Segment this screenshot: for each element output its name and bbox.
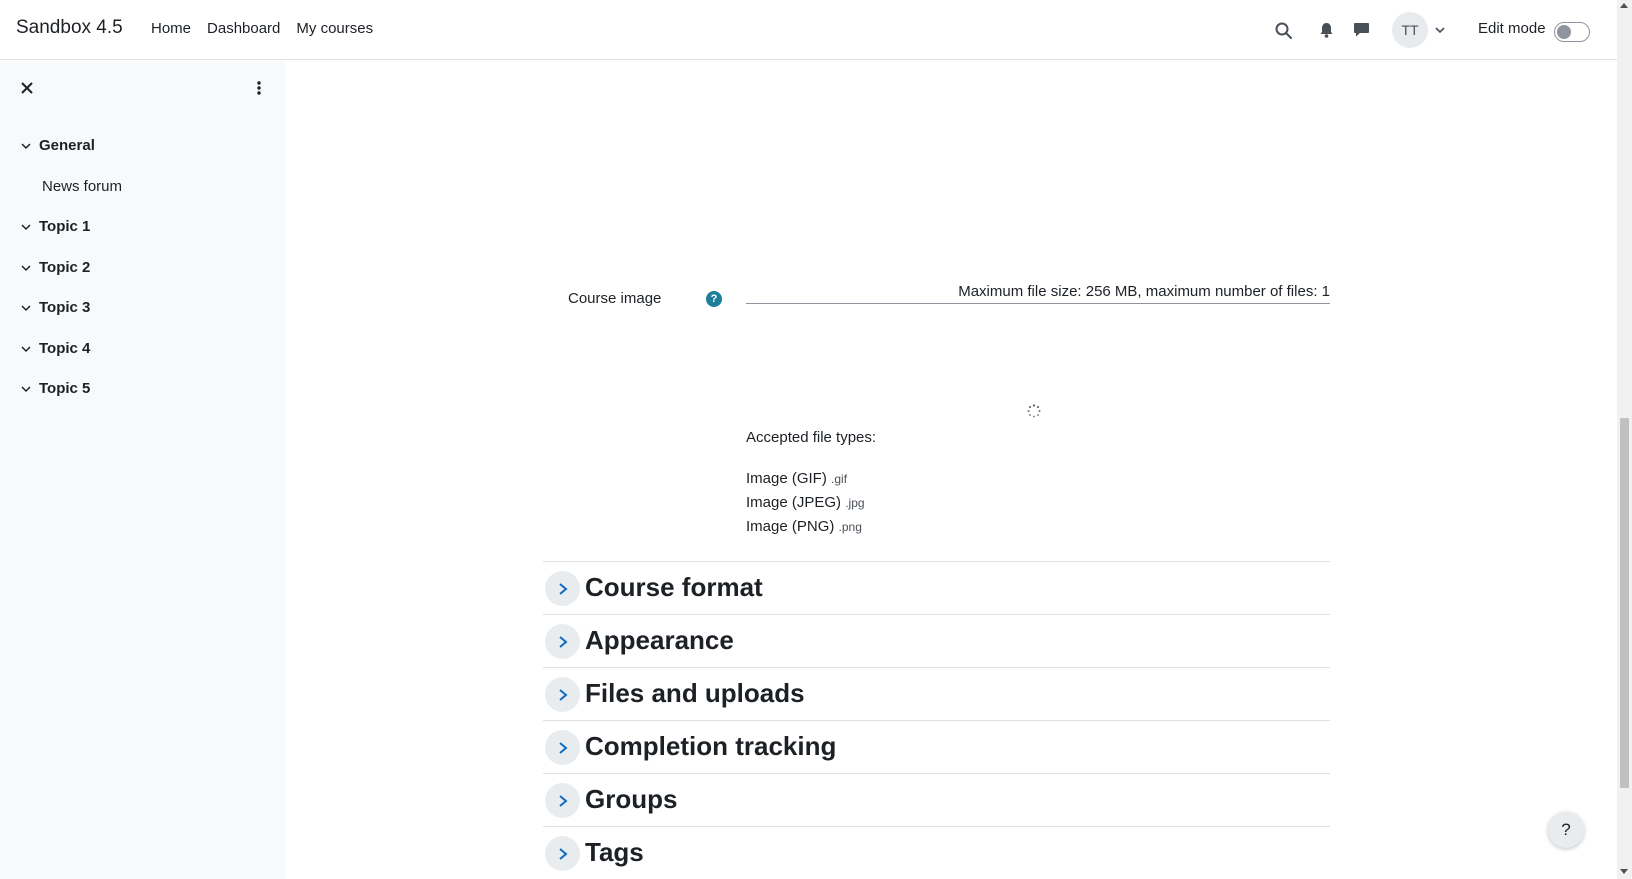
edit-mode-label: Edit mode bbox=[1478, 20, 1546, 37]
loading-spinner-icon bbox=[1027, 404, 1041, 418]
section-title[interactable]: Appearance bbox=[585, 625, 734, 656]
section-files-and-uploads[interactable]: Files and uploads bbox=[543, 667, 1330, 720]
top-navbar: Sandbox 4.5 Home Dashboard My courses TT… bbox=[0, 0, 1617, 60]
course-section-topic-4[interactable]: Topic 4 bbox=[20, 340, 90, 357]
course-index-drawer: General News forum Topic 1 Topic 2 Topic… bbox=[0, 61, 285, 879]
course-section-topic-3[interactable]: Topic 3 bbox=[20, 299, 90, 316]
help-button[interactable]: ? bbox=[1548, 812, 1584, 848]
file-type-name: Image (JPEG) bbox=[746, 494, 842, 511]
section-title[interactable]: Completion tracking bbox=[585, 731, 836, 762]
section-label: Topic 1 bbox=[39, 218, 91, 235]
activity-news-forum[interactable]: News forum bbox=[42, 178, 122, 195]
chevron-down-icon[interactable] bbox=[20, 140, 32, 152]
file-type-item: Image (JPEG) .jpg bbox=[746, 491, 865, 515]
nav-my-courses-link[interactable]: My courses bbox=[296, 20, 373, 37]
kebab-menu-icon[interactable] bbox=[250, 79, 268, 97]
chevron-down-icon[interactable] bbox=[1434, 24, 1446, 36]
scroll-up-arrow-icon[interactable] bbox=[1620, 3, 1628, 8]
file-type-extension: .gif bbox=[831, 472, 848, 486]
user-avatar[interactable]: TT bbox=[1392, 12, 1428, 48]
section-label: General bbox=[39, 137, 95, 154]
chevron-right-icon[interactable] bbox=[545, 677, 580, 712]
course-section-topic-2[interactable]: Topic 2 bbox=[20, 259, 90, 276]
section-title[interactable]: Files and uploads bbox=[585, 678, 805, 709]
chevron-down-icon[interactable] bbox=[20, 383, 32, 395]
file-type-name: Image (PNG) bbox=[746, 518, 835, 535]
section-groups[interactable]: Groups bbox=[543, 773, 1330, 826]
search-icon[interactable] bbox=[1272, 19, 1294, 41]
file-limits-text: Maximum file size: 256 MB, maximum numbe… bbox=[746, 283, 1330, 304]
chevron-right-icon[interactable] bbox=[545, 836, 580, 871]
site-name[interactable]: Sandbox 4.5 bbox=[16, 17, 123, 39]
section-label: Topic 5 bbox=[39, 380, 91, 397]
accepted-file-types-list: Image (GIF) .gif Image (JPEG) .jpg Image… bbox=[746, 467, 865, 539]
course-section-topic-5[interactable]: Topic 5 bbox=[20, 380, 90, 397]
edit-mode-toggle[interactable] bbox=[1554, 22, 1590, 42]
scroll-down-arrow-icon[interactable] bbox=[1620, 869, 1628, 874]
section-appearance[interactable]: Appearance bbox=[543, 614, 1330, 667]
course-section-topic-1[interactable]: Topic 1 bbox=[20, 218, 90, 235]
page-scrollbar[interactable] bbox=[1617, 0, 1632, 879]
section-completion-tracking[interactable]: Completion tracking bbox=[543, 720, 1330, 773]
course-section-general[interactable]: General bbox=[20, 137, 95, 154]
chevron-right-icon[interactable] bbox=[545, 783, 580, 818]
section-label: Topic 3 bbox=[39, 299, 91, 316]
primary-navigation: Home Dashboard My courses bbox=[151, 20, 373, 37]
file-type-extension: .jpg bbox=[845, 496, 865, 510]
section-label: Topic 4 bbox=[39, 340, 91, 357]
course-image-label: Course image bbox=[568, 290, 662, 307]
nav-dashboard-link[interactable]: Dashboard bbox=[207, 20, 280, 37]
messages-icon[interactable] bbox=[1350, 19, 1372, 41]
section-title[interactable]: Tags bbox=[585, 837, 644, 868]
nav-home-link[interactable]: Home bbox=[151, 20, 191, 37]
chevron-right-icon[interactable] bbox=[545, 571, 580, 606]
toggle-knob bbox=[1557, 25, 1571, 39]
notification-bell-icon[interactable] bbox=[1315, 19, 1337, 41]
chevron-right-icon[interactable] bbox=[545, 624, 580, 659]
course-settings-form: Course image ? Maximum file size: 256 MB… bbox=[285, 61, 1617, 879]
file-type-name: Image (GIF) bbox=[746, 470, 827, 487]
file-type-item: Image (GIF) .gif bbox=[746, 467, 865, 491]
section-label: Topic 2 bbox=[39, 259, 91, 276]
section-course-format[interactable]: Course format bbox=[543, 561, 1330, 614]
section-title[interactable]: Course format bbox=[585, 572, 763, 603]
file-type-extension: .png bbox=[838, 520, 862, 534]
chevron-down-icon[interactable] bbox=[20, 302, 32, 314]
section-tags[interactable]: Tags bbox=[543, 826, 1330, 879]
chevron-down-icon[interactable] bbox=[20, 343, 32, 355]
section-title[interactable]: Groups bbox=[585, 784, 677, 815]
chevron-right-icon[interactable] bbox=[545, 730, 580, 765]
accepted-file-types-title: Accepted file types: bbox=[746, 429, 877, 446]
chevron-down-icon[interactable] bbox=[20, 262, 32, 274]
help-icon[interactable]: ? bbox=[706, 291, 722, 307]
chevron-down-icon[interactable] bbox=[20, 221, 32, 233]
close-icon[interactable] bbox=[18, 79, 36, 97]
scrollbar-thumb[interactable] bbox=[1620, 418, 1629, 788]
file-type-item: Image (PNG) .png bbox=[746, 515, 865, 539]
